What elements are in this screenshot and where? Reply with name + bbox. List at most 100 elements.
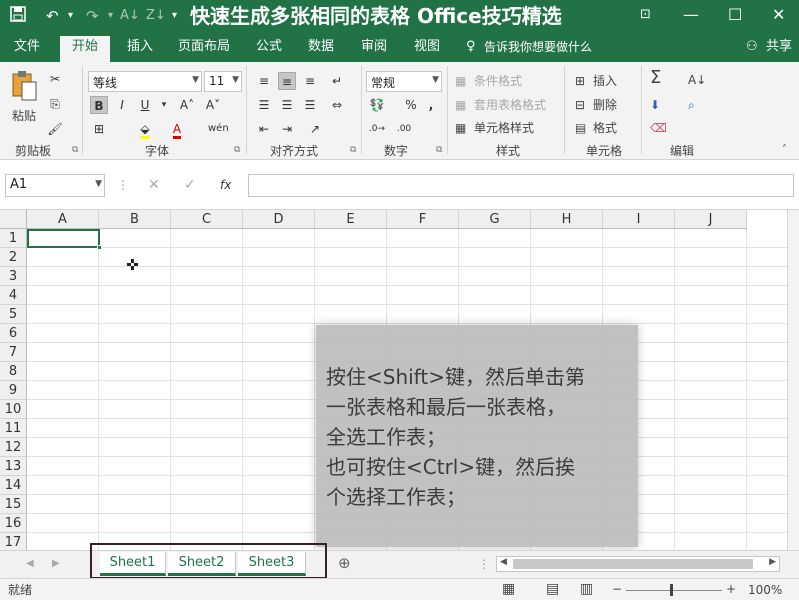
customize-qat-icon[interactable]: ▾	[172, 6, 177, 26]
select-all-corner[interactable]	[0, 210, 27, 229]
clipboard-launcher-icon[interactable]: ⧉	[72, 145, 78, 155]
font-name-select[interactable]: 等线 ▼	[88, 71, 202, 92]
autosum-icon[interactable]: Σ	[650, 69, 661, 87]
column-header-a[interactable]: A	[27, 210, 99, 229]
orientation-icon[interactable]: ↗	[306, 120, 324, 138]
row-header-8[interactable]: 8	[0, 362, 27, 381]
name-box[interactable]: A1 ▼	[5, 174, 105, 197]
row-header-12[interactable]: 12	[0, 438, 27, 457]
row-header-4[interactable]: 4	[0, 286, 27, 305]
format-cells-button[interactable]: 格式	[593, 120, 617, 136]
alignment-launcher-icon[interactable]: ⧉	[350, 145, 356, 155]
decrease-decimal-icon[interactable]: .00	[395, 120, 413, 138]
row-header-14[interactable]: 14	[0, 476, 27, 495]
fill-color-icon[interactable]: ⬙	[136, 120, 154, 139]
sheet-tab-sheet2[interactable]: Sheet2	[168, 552, 236, 576]
bold-button[interactable]: B	[90, 96, 108, 114]
align-right-icon[interactable]: ☰	[301, 96, 319, 114]
tell-me-search[interactable]: 告诉我你想要做什么	[484, 39, 592, 55]
format-cells-icon[interactable]: ▤	[575, 120, 586, 136]
cell-styles-button[interactable]: 单元格样式	[474, 120, 534, 136]
redo-icon[interactable]: ↷	[86, 6, 99, 26]
column-header-h[interactable]: H	[531, 210, 603, 229]
find-select-icon[interactable]: ⌕	[688, 97, 695, 113]
tab-split-grip-icon[interactable]: ⋮	[478, 556, 490, 572]
insert-function-icon[interactable]: fx	[220, 177, 231, 193]
minimize-icon[interactable]: —	[683, 4, 699, 26]
tab-review[interactable]: 审阅	[361, 39, 387, 55]
delete-cells-icon[interactable]: ⊟	[575, 97, 585, 113]
zoom-slider-thumb[interactable]	[670, 584, 673, 596]
number-format-select[interactable]: 常规 ▼	[366, 71, 442, 92]
tab-insert[interactable]: 插入	[127, 39, 153, 55]
insert-cells-button[interactable]: 插入	[593, 73, 617, 89]
row-header-10[interactable]: 10	[0, 400, 27, 419]
undo-icon[interactable]: ↶	[46, 6, 59, 26]
number-launcher-icon[interactable]: ⧉	[436, 145, 442, 155]
next-sheet-icon[interactable]: ▶	[52, 556, 60, 572]
increase-font-icon[interactable]: A˄	[178, 96, 196, 114]
format-painter-icon[interactable]: 🖌	[46, 120, 64, 138]
column-header-d[interactable]: D	[243, 210, 315, 229]
tab-page-layout[interactable]: 页面布局	[178, 39, 230, 55]
tab-file[interactable]: 文件	[14, 39, 40, 55]
clear-icon[interactable]: ⌫	[650, 120, 667, 136]
sort-filter-icon[interactable]: A↓	[688, 72, 706, 88]
align-left-icon[interactable]: ☰	[255, 96, 273, 114]
font-launcher-icon[interactable]: ⧉	[234, 145, 240, 155]
decrease-font-icon[interactable]: A˅	[204, 96, 222, 114]
cell-styles-icon[interactable]: ▦	[455, 120, 466, 136]
row-header-6[interactable]: 6	[0, 324, 27, 343]
tab-view[interactable]: 视图	[414, 39, 440, 55]
cut-icon[interactable]: ✂	[46, 70, 64, 88]
underline-button[interactable]: U	[136, 96, 154, 114]
column-header-g[interactable]: G	[459, 210, 531, 229]
row-header-9[interactable]: 9	[0, 381, 27, 400]
font-size-select[interactable]: 11 ▼	[204, 71, 242, 92]
conditional-formatting-button[interactable]: 条件格式	[474, 73, 522, 89]
align-bottom-icon[interactable]: ≡	[301, 72, 319, 90]
prev-sheet-icon[interactable]: ◀	[26, 556, 34, 572]
merge-center-icon[interactable]: ⇔	[328, 96, 346, 114]
column-header-c[interactable]: C	[171, 210, 243, 229]
italic-button[interactable]: I	[113, 96, 131, 114]
accounting-format-icon[interactable]: 💱	[368, 96, 386, 114]
redo-dropdown-icon[interactable]: ▾	[108, 6, 113, 26]
column-header-e[interactable]: E	[315, 210, 387, 229]
zoom-in-icon[interactable]: +	[726, 581, 736, 597]
zoom-slider-track[interactable]	[626, 590, 722, 591]
row-header-17[interactable]: 17	[0, 533, 27, 550]
cancel-icon[interactable]: ✕	[148, 177, 160, 193]
align-center-icon[interactable]: ☰	[278, 96, 296, 114]
borders-icon[interactable]: ⊞	[90, 120, 108, 138]
scroll-right-icon[interactable]: ▶	[769, 557, 776, 567]
zoom-level[interactable]: 100%	[748, 582, 782, 598]
row-header-5[interactable]: 5	[0, 305, 27, 324]
paste-icon[interactable]	[10, 70, 38, 106]
page-break-view-icon[interactable]: ▥	[580, 581, 593, 597]
row-header-15[interactable]: 15	[0, 495, 27, 514]
vertical-scrollbar[interactable]	[787, 210, 799, 550]
comma-style-icon[interactable]: ,	[422, 96, 440, 114]
horizontal-scrollbar[interactable]: ◀ ▶	[496, 556, 780, 572]
increase-indent-icon[interactable]: ⇥	[278, 120, 296, 138]
row-header-7[interactable]: 7	[0, 343, 27, 362]
row-header-16[interactable]: 16	[0, 514, 27, 533]
new-sheet-icon[interactable]: ⊕	[338, 555, 351, 571]
ribbon-display-icon[interactable]: ⊡	[640, 4, 651, 26]
font-color-icon[interactable]: A	[168, 120, 186, 139]
increase-decimal-icon[interactable]: .0→	[368, 120, 386, 138]
decrease-indent-icon[interactable]: ⇤	[255, 120, 273, 138]
column-header-i[interactable]: I	[603, 210, 675, 229]
sort-asc-icon[interactable]: A↓	[120, 6, 140, 26]
enter-icon[interactable]: ✓	[184, 177, 196, 193]
fill-icon[interactable]: ⬇	[650, 97, 660, 113]
tab-data[interactable]: 数据	[308, 39, 334, 55]
restore-icon[interactable]: ☐	[728, 4, 742, 26]
delete-cells-button[interactable]: 删除	[593, 97, 617, 113]
column-header-b[interactable]: B	[99, 210, 171, 229]
sheet-tab-sheet1[interactable]: Sheet1	[100, 552, 166, 576]
align-top-icon[interactable]: ≡	[255, 72, 273, 90]
wrap-text-icon[interactable]: ↵	[328, 72, 346, 90]
phonetic-icon[interactable]: wén	[208, 120, 229, 138]
